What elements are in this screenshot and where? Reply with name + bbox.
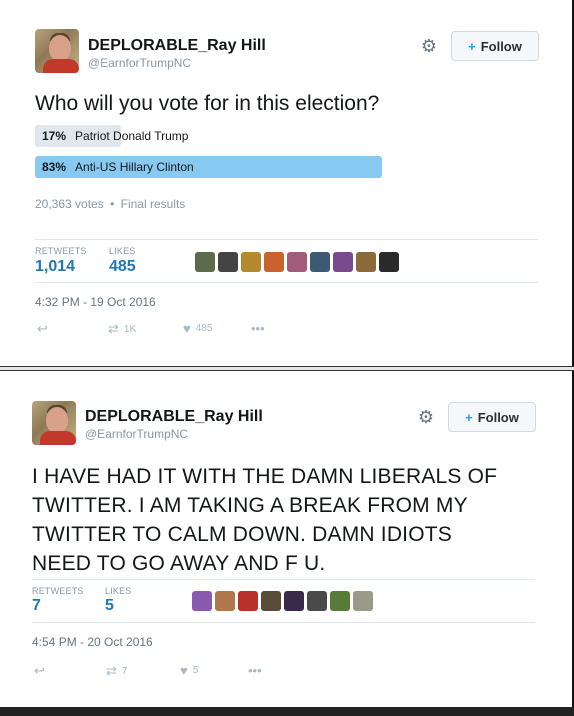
liker-avatar[interactable] — [284, 591, 304, 611]
follow-label: Follow — [480, 38, 522, 54]
tweet-card: DEPLORABLE_Ray Hill @EarnforTrumpNC ⚙ + … — [0, 371, 574, 707]
poll-option: 83% Anti-US Hillary Clinton — [35, 156, 453, 178]
retweet-action-count: 7 — [121, 665, 128, 677]
follow-label: Follow — [477, 409, 519, 425]
gear-icon[interactable]: ⚙ — [417, 408, 435, 426]
divider — [35, 239, 538, 240]
tweet-text: I HAVE HAD IT WITH THE DAMN LIBERALS OF … — [32, 462, 497, 578]
reply-button[interactable]: ↩ — [34, 663, 45, 679]
divider — [35, 282, 538, 283]
author-name[interactable]: DEPLORABLE_Ray Hill — [85, 408, 263, 426]
tweet-timestamp[interactable]: 4:32 PM - 19 Oct 2016 — [35, 295, 156, 309]
liker-avatar[interactable] — [261, 591, 281, 611]
liker-avatar[interactable] — [356, 252, 376, 272]
follow-person-icon: + — [465, 409, 473, 425]
liker-avatar[interactable] — [264, 252, 284, 272]
poll-percent: 17% — [42, 129, 67, 143]
more-button[interactable]: ••• — [248, 663, 262, 678]
follow-person-icon: + — [468, 38, 476, 54]
divider — [32, 579, 535, 580]
tweet-text-line: I HAVE HAD IT WITH THE DAMN LIBERALS OF — [32, 465, 498, 488]
author-handle[interactable]: @EarnforTrumpNC — [88, 56, 191, 70]
tweet-card: DEPLORABLE_Ray Hill @EarnforTrumpNC ⚙ + … — [0, 0, 574, 366]
author-name[interactable]: DEPLORABLE_Ray Hill — [88, 37, 266, 55]
gear-icon[interactable]: ⚙ — [420, 37, 438, 55]
like-action-count: 485 — [195, 323, 213, 334]
poll-label: Anti-US Hillary Clinton — [75, 160, 194, 174]
poll-meta: 20,363 votes • Final results — [35, 197, 186, 211]
liker-avatar[interactable] — [330, 591, 350, 611]
liker-avatar[interactable] — [241, 252, 261, 272]
liker-avatar[interactable] — [195, 252, 215, 272]
like-action-count: 5 — [192, 665, 199, 676]
tweet-text-line: TWITTER. I AM TAKING A BREAK FROM MY — [32, 494, 468, 517]
reply-icon: ↩ — [34, 663, 45, 678]
liker-avatar[interactable] — [218, 252, 238, 272]
retweet-icon: ⇄ — [108, 321, 119, 336]
like-button[interactable]: ♥ 485 — [183, 321, 212, 336]
poll-label: Patriot Donald Trump — [75, 129, 189, 143]
more-icon: ••• — [251, 321, 265, 336]
retweet-icon: ⇄ — [106, 663, 117, 678]
poll-status: Final results — [120, 197, 186, 211]
tweet-timestamp[interactable]: 4:54 PM - 20 Oct 2016 — [32, 635, 153, 649]
retweets-label: RETWEETS — [32, 586, 84, 596]
reply-icon: ↩ — [37, 321, 48, 336]
liker-avatars — [192, 591, 373, 611]
liker-avatar[interactable] — [333, 252, 353, 272]
tweet-text-line: NEED TO GO AWAY AND F U. — [32, 552, 326, 575]
likes-label: LIKES — [105, 586, 132, 596]
poll-option: 17% Patriot Donald Trump — [35, 125, 453, 147]
author-handle[interactable]: @EarnforTrumpNC — [85, 427, 188, 441]
retweets-label: RETWEETS — [35, 246, 87, 256]
liker-avatar[interactable] — [310, 252, 330, 272]
retweet-button[interactable]: ⇄ 7 — [106, 663, 127, 679]
avatar[interactable] — [35, 29, 79, 73]
bottom-edge — [0, 707, 574, 716]
liker-avatar[interactable] — [287, 252, 307, 272]
liker-avatar[interactable] — [192, 591, 212, 611]
liker-avatar[interactable] — [353, 591, 373, 611]
heart-icon: ♥ — [180, 663, 188, 678]
liker-avatar[interactable] — [379, 252, 399, 272]
retweets-count[interactable]: 7 — [32, 597, 41, 615]
liker-avatars — [195, 252, 399, 272]
tweet-text-line: TWITTER TO CALM DOWN. DAMN IDIOTS — [32, 523, 452, 546]
follow-button[interactable]: + Follow — [451, 31, 539, 61]
reply-button[interactable]: ↩ — [37, 321, 48, 337]
likes-count[interactable]: 5 — [105, 597, 114, 615]
retweet-button[interactable]: ⇄ 1K — [108, 321, 136, 337]
more-button[interactable]: ••• — [251, 321, 265, 336]
vote-count: 20,363 votes — [35, 197, 104, 211]
more-icon: ••• — [248, 663, 262, 678]
avatar[interactable] — [32, 401, 76, 445]
like-button[interactable]: ♥ 5 — [180, 663, 198, 678]
likes-count[interactable]: 485 — [109, 258, 136, 276]
retweet-action-count: 1K — [123, 323, 137, 335]
liker-avatar[interactable] — [215, 591, 235, 611]
liker-avatar[interactable] — [238, 591, 258, 611]
likes-label: LIKES — [109, 246, 136, 256]
follow-button[interactable]: + Follow — [448, 402, 536, 432]
divider — [32, 622, 535, 623]
poll-question: Who will you vote for in this election? — [35, 92, 380, 115]
retweets-count[interactable]: 1,014 — [35, 258, 75, 276]
heart-icon: ♥ — [183, 321, 191, 336]
liker-avatar[interactable] — [307, 591, 327, 611]
poll-percent: 83% — [42, 160, 67, 174]
